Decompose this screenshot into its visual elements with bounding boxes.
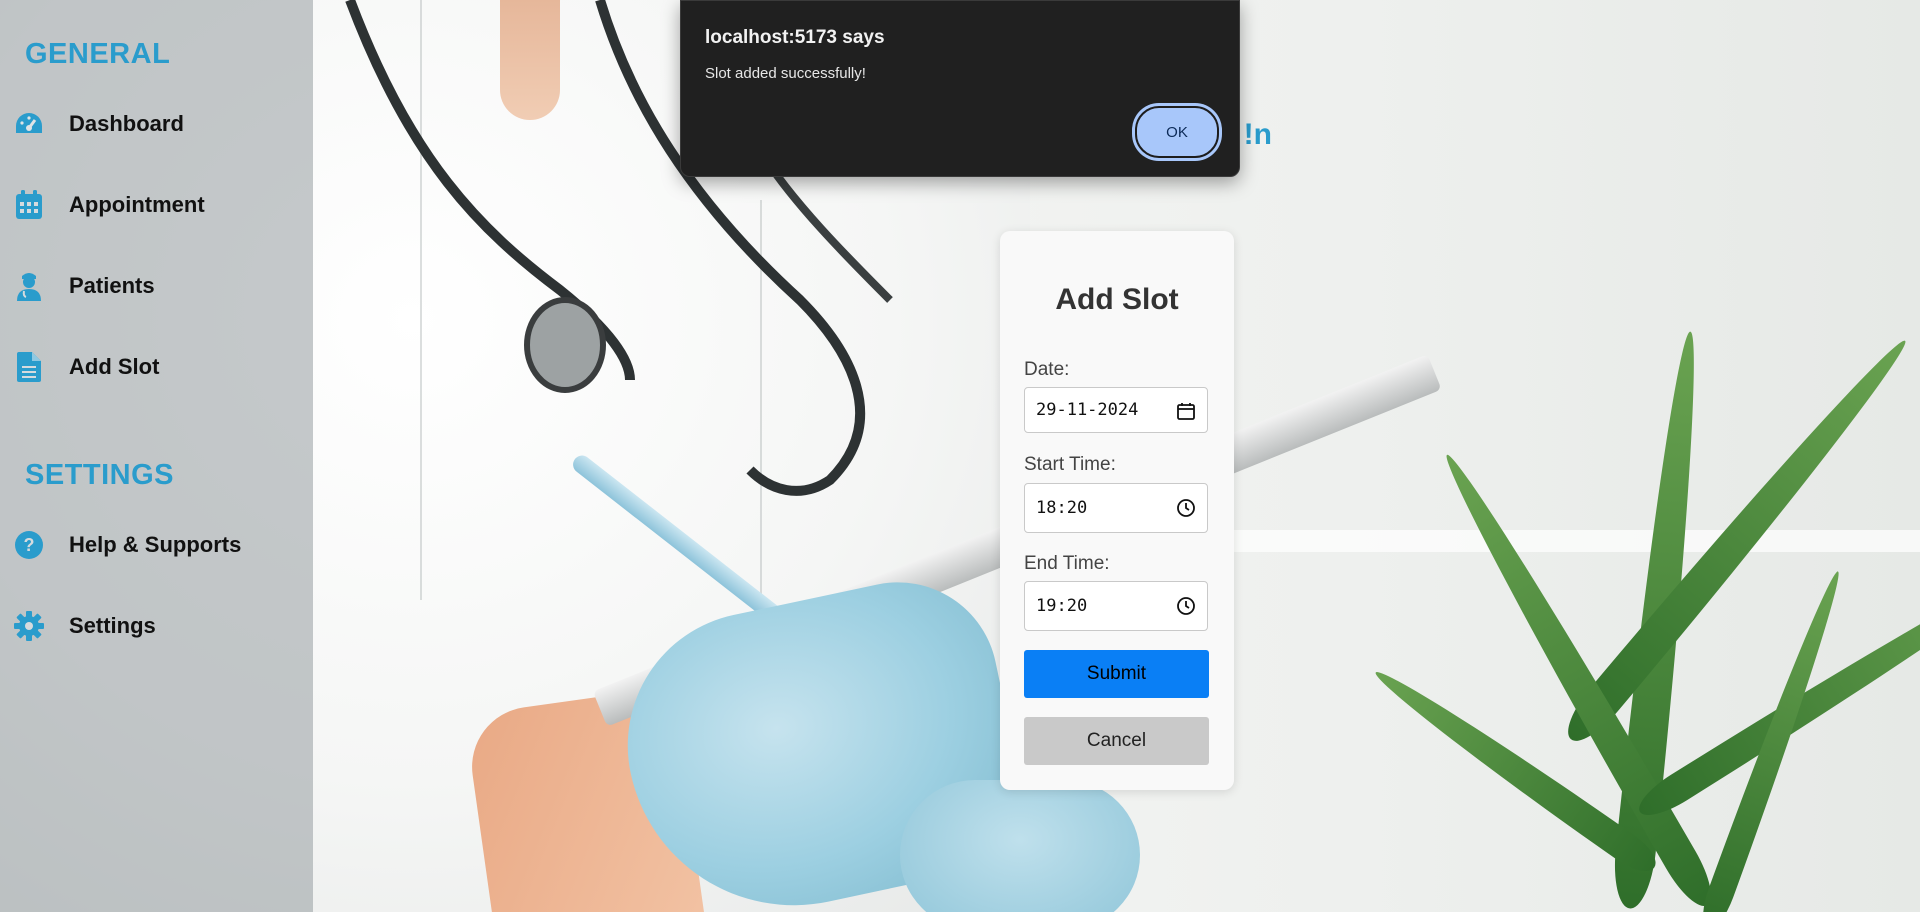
date-input[interactable]: 29-11-2024 [1024,387,1208,433]
ok-button[interactable]: OK [1135,106,1219,158]
document-icon [14,352,44,382]
form-title: Add Slot [1055,283,1179,316]
sidebar-item-add-slot[interactable]: Add Slot [0,345,313,389]
sidebar-item-label: Patients [69,273,155,298]
sidebar-item-label: Dashboard [69,111,184,136]
end-time-input[interactable]: 19:20 [1024,581,1208,631]
sidebar-item-patients[interactable]: Patients [0,264,313,308]
alert-title: localhost:5173 says [705,27,885,48]
start-time-input[interactable]: 18:20 [1024,483,1208,533]
add-slot-form: Add Slot Date: 29-11-2024 Start Time: 18… [1000,231,1234,790]
date-value: 29-11-2024 [1036,400,1139,420]
sidebar-item-label: Add Slot [69,354,160,379]
sidebar-item-help-supports[interactable]: ? Help & Supports [0,523,313,567]
sidebar-item-label: Help & Supports [69,532,242,557]
sidebar-item-label: Appointment [69,192,205,217]
question-circle-icon: ? [14,530,44,560]
sidebar-item-appointment[interactable]: Appointment [0,183,313,227]
sidebar-item-dashboard[interactable]: Dashboard [0,102,313,146]
doctor-user-icon [14,271,44,301]
start-time-value: 18:20 [1036,498,1088,518]
clock-icon[interactable] [1176,498,1196,518]
calendar-picker-icon[interactable] [1176,401,1196,421]
clock-icon[interactable] [1176,596,1196,616]
dashboard-gauge-icon [14,109,44,139]
gear-icon [14,611,44,641]
section-title-general: GENERAL [25,38,171,70]
sidebar: GENERAL Dashboard Appointment Patients A… [0,0,313,912]
alert-message: Slot added successfully! [705,65,866,82]
submit-button[interactable]: Submit [1024,650,1209,698]
sidebar-item-label: Settings [69,613,156,638]
end-time-value: 19:20 [1036,596,1088,616]
cancel-button[interactable]: Cancel [1024,717,1209,765]
start-time-label: Start Time: [1024,454,1116,475]
plant-leaf [1695,567,1851,912]
alert-dialog: localhost:5173 says Slot added successfu… [680,0,1240,177]
end-time-label: End Time: [1024,553,1110,574]
section-title-settings: SETTINGS [25,459,175,491]
date-label: Date: [1024,359,1070,380]
glove [900,780,1140,912]
calendar-icon [14,190,44,220]
sidebar-item-settings[interactable]: Settings [0,604,313,648]
svg-text:?: ? [24,535,35,555]
